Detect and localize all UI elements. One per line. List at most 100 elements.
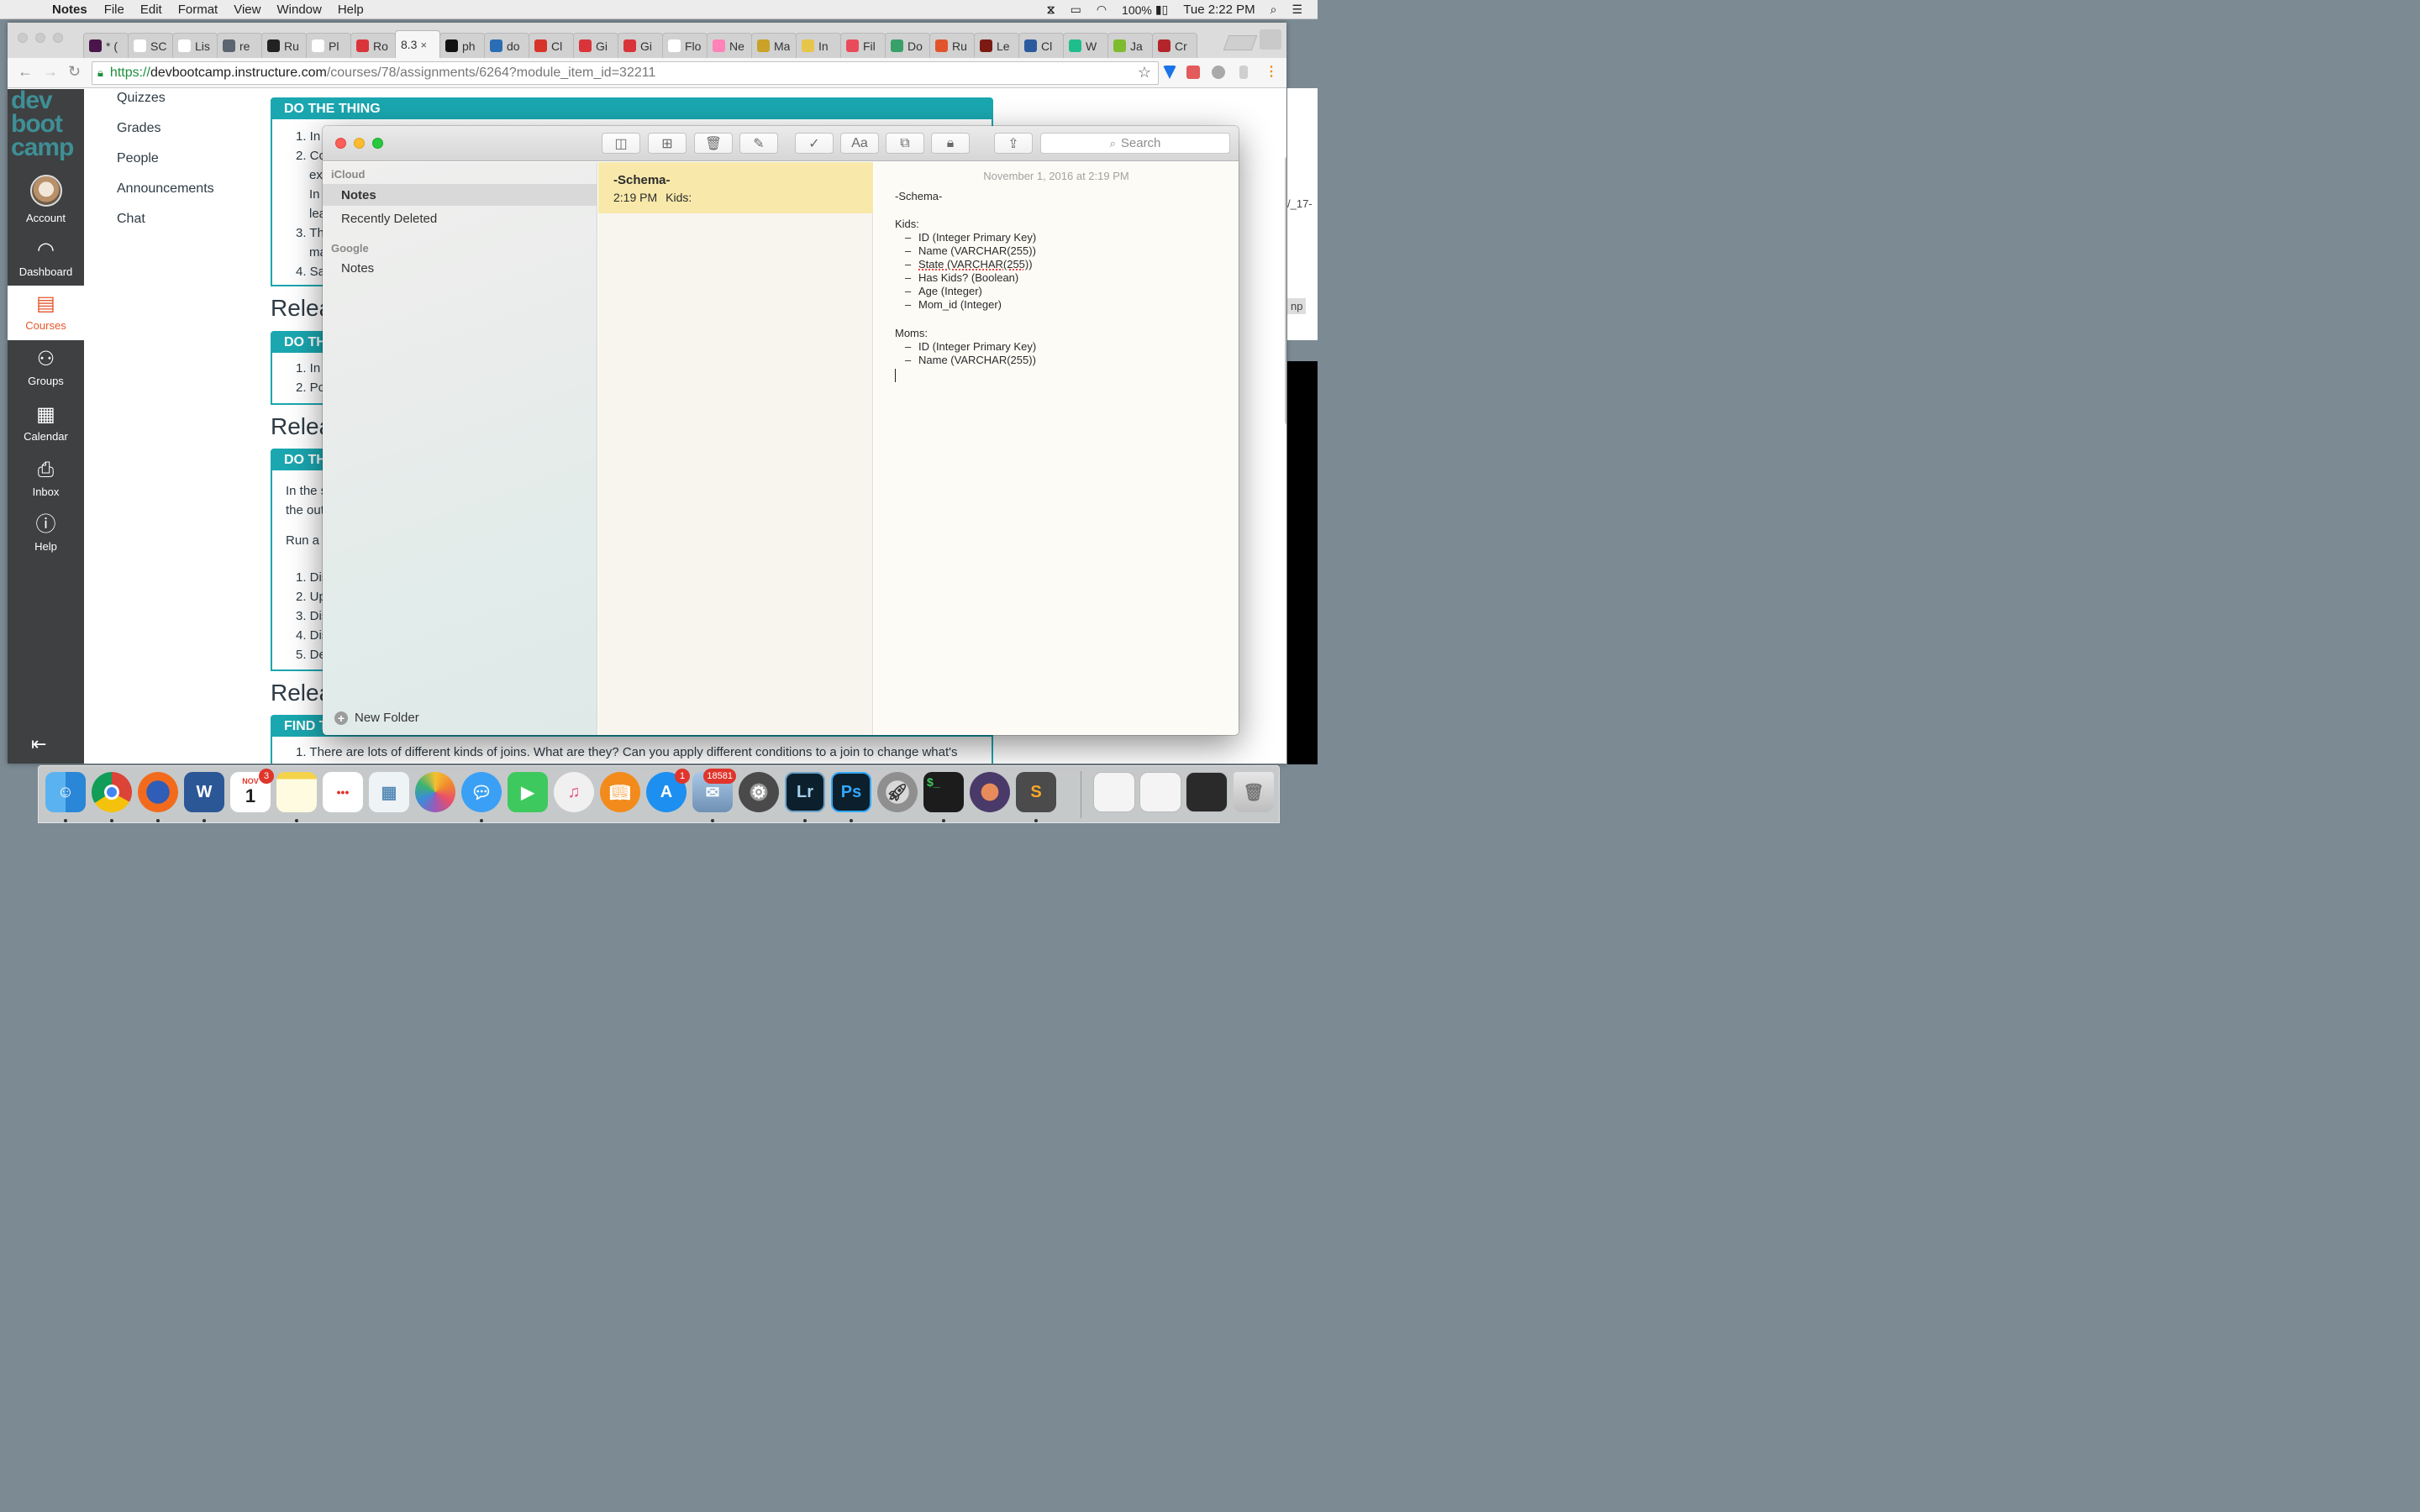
- nav-inbox[interactable]: ⎙ Inbox: [8, 459, 84, 498]
- photos-icon[interactable]: [415, 772, 455, 812]
- browser-tab[interactable]: Ma: [751, 33, 797, 58]
- system-preferences-icon[interactable]: ⚙: [739, 772, 779, 812]
- itunes-icon[interactable]: ♫: [554, 772, 594, 812]
- forward-icon[interactable]: →: [43, 63, 58, 81]
- menu-help[interactable]: Help: [338, 3, 364, 17]
- menu-view[interactable]: View: [234, 3, 260, 17]
- attachments-icon[interactable]: ⧉: [886, 133, 924, 154]
- zoom-button[interactable]: [372, 138, 383, 149]
- new-tab-button[interactable]: [1223, 35, 1258, 50]
- checklist-icon[interactable]: ✓: [795, 133, 834, 154]
- browser-tab[interactable]: do: [484, 33, 529, 58]
- browser-tab[interactable]: Cl: [1018, 33, 1064, 58]
- menu-app-name[interactable]: Notes: [52, 3, 87, 17]
- browser-tab[interactable]: Le: [974, 33, 1019, 58]
- lightroom-icon[interactable]: Lr: [785, 772, 825, 812]
- browser-tab[interactable]: Cr: [1152, 33, 1197, 58]
- address-bar[interactable]: 🔒︎ https://devbootcamp.instructure.com/c…: [92, 61, 1159, 85]
- close-button[interactable]: [335, 138, 346, 149]
- reload-icon[interactable]: ↻: [68, 63, 81, 81]
- delete-note-icon[interactable]: 🗑︎: [694, 133, 733, 154]
- browser-tab[interactable]: Ne: [707, 33, 752, 58]
- back-icon[interactable]: ←: [18, 63, 33, 81]
- photoshop-icon[interactable]: Ps: [831, 772, 871, 812]
- browser-tab[interactable]: Ru: [261, 33, 307, 58]
- sublime-text-icon[interactable]: S: [1016, 772, 1056, 812]
- nav-help[interactable]: ⓘ Help: [8, 513, 84, 553]
- chrome-icon[interactable]: [92, 772, 132, 812]
- nav-groups[interactable]: ⚇ Groups: [8, 348, 84, 387]
- launchpad-icon[interactable]: 🚀︎: [877, 772, 918, 812]
- note-editor[interactable]: November 1, 2016 at 2:19 PM -Schema- Kid…: [874, 162, 1239, 735]
- browser-tab[interactable]: * (: [83, 33, 129, 58]
- share-icon[interactable]: ⇪: [994, 133, 1033, 154]
- browser-tab[interactable]: Cl: [529, 33, 574, 58]
- word-icon[interactable]: W: [184, 772, 224, 812]
- browser-tab[interactable]: SC: [128, 33, 173, 58]
- finder-icon[interactable]: ☺: [45, 772, 86, 812]
- browser-tab[interactable]: Do: [885, 33, 930, 58]
- course-nav-grades[interactable]: Grades: [117, 121, 160, 136]
- tab-close-icon[interactable]: ×: [420, 39, 427, 51]
- course-nav-announcements[interactable]: Announcements: [117, 181, 214, 197]
- profile-button[interactable]: [1260, 29, 1281, 50]
- minimized-window-thumbnail[interactable]: [1186, 772, 1228, 812]
- note-list-item[interactable]: -Schema- 2:19 PM Kids:: [598, 162, 873, 213]
- notification-center-icon[interactable]: ☰: [1292, 3, 1302, 17]
- notes-search-field[interactable]: ⌕ Search: [1040, 133, 1230, 154]
- compose-note-icon[interactable]: ✎: [739, 133, 778, 154]
- folder-icloud-notes[interactable]: Notes: [323, 184, 597, 206]
- minimized-window-thumbnail[interactable]: [1093, 772, 1135, 812]
- window-close-button[interactable]: [18, 33, 28, 43]
- menu-window[interactable]: Window: [276, 3, 321, 17]
- calendar-app-icon[interactable]: NOV 1 3: [230, 769, 274, 812]
- extension-gray2-icon[interactable]: [1239, 66, 1248, 79]
- airplay-icon[interactable]: ▭: [1071, 3, 1081, 17]
- minimized-window-thumbnail[interactable]: [1139, 772, 1181, 812]
- browser-tab[interactable]: W: [1063, 33, 1108, 58]
- nav-courses[interactable]: ▤ Courses: [8, 286, 84, 340]
- browser-tab[interactable]: In: [796, 33, 841, 58]
- course-nav-people[interactable]: People: [117, 151, 159, 166]
- wifi-icon[interactable]: ◠: [1097, 3, 1107, 17]
- terminal-icon[interactable]: $_: [923, 772, 964, 812]
- course-nav-quizzes[interactable]: Quizzes: [117, 91, 166, 106]
- browser-tab[interactable]: Fil: [840, 33, 886, 58]
- macos-installer-icon[interactable]: [970, 772, 1010, 812]
- folder-google-notes[interactable]: Notes: [323, 257, 597, 279]
- notes-app-icon[interactable]: [276, 772, 317, 812]
- browser-tab[interactable]: Ru: [929, 33, 975, 58]
- extension-gray-icon[interactable]: [1212, 66, 1225, 79]
- spotlight-icon[interactable]: ⌕: [1270, 3, 1277, 17]
- lock-note-icon[interactable]: 🔒︎: [931, 133, 970, 154]
- chrome-menu-icon[interactable]: ⋮: [1265, 63, 1278, 79]
- menu-format[interactable]: Format: [178, 3, 218, 17]
- messages-icon[interactable]: 💬︎: [461, 772, 502, 812]
- preview-icon[interactable]: ▦: [369, 772, 409, 812]
- folder-recently-deleted[interactable]: Recently Deleted: [323, 207, 597, 229]
- mail-icon[interactable]: ✉ 18581: [692, 769, 736, 812]
- browser-tab[interactable]: Gi: [618, 33, 663, 58]
- browser-tab[interactable]: 8.3 ×: [395, 30, 440, 58]
- browser-tab[interactable]: Pl: [306, 33, 351, 58]
- dropbox-icon[interactable]: ⧖: [1047, 3, 1055, 17]
- browser-tab[interactable]: Ja: [1107, 33, 1153, 58]
- text-style-icon[interactable]: Aa: [840, 133, 879, 154]
- page-scrollbar[interactable]: [1285, 156, 1286, 425]
- browser-tab[interactable]: Lis: [172, 33, 218, 58]
- course-nav-chat[interactable]: Chat: [117, 212, 145, 227]
- nav-account[interactable]: Account: [8, 175, 84, 224]
- trash-icon[interactable]: 🗑︎: [1234, 772, 1274, 812]
- sidebar-toggle-icon[interactable]: ◫: [602, 133, 640, 154]
- extension-v-icon[interactable]: [1163, 66, 1176, 79]
- ibooks-icon[interactable]: 📖︎: [600, 772, 640, 812]
- browser-tab[interactable]: ph: [439, 33, 485, 58]
- devbootcamp-logo[interactable]: dev boot camp: [11, 88, 85, 171]
- nav-dashboard[interactable]: ◠ Dashboard: [8, 239, 84, 278]
- new-folder-button[interactable]: + New Folder: [334, 711, 419, 725]
- window-zoom-button[interactable]: [53, 33, 63, 43]
- firefox-icon[interactable]: [138, 772, 178, 812]
- app-store-icon[interactable]: A 1: [646, 769, 690, 812]
- bookmark-star-icon[interactable]: ☆: [1138, 64, 1151, 81]
- clock[interactable]: Tue 2:22 PM: [1183, 3, 1255, 17]
